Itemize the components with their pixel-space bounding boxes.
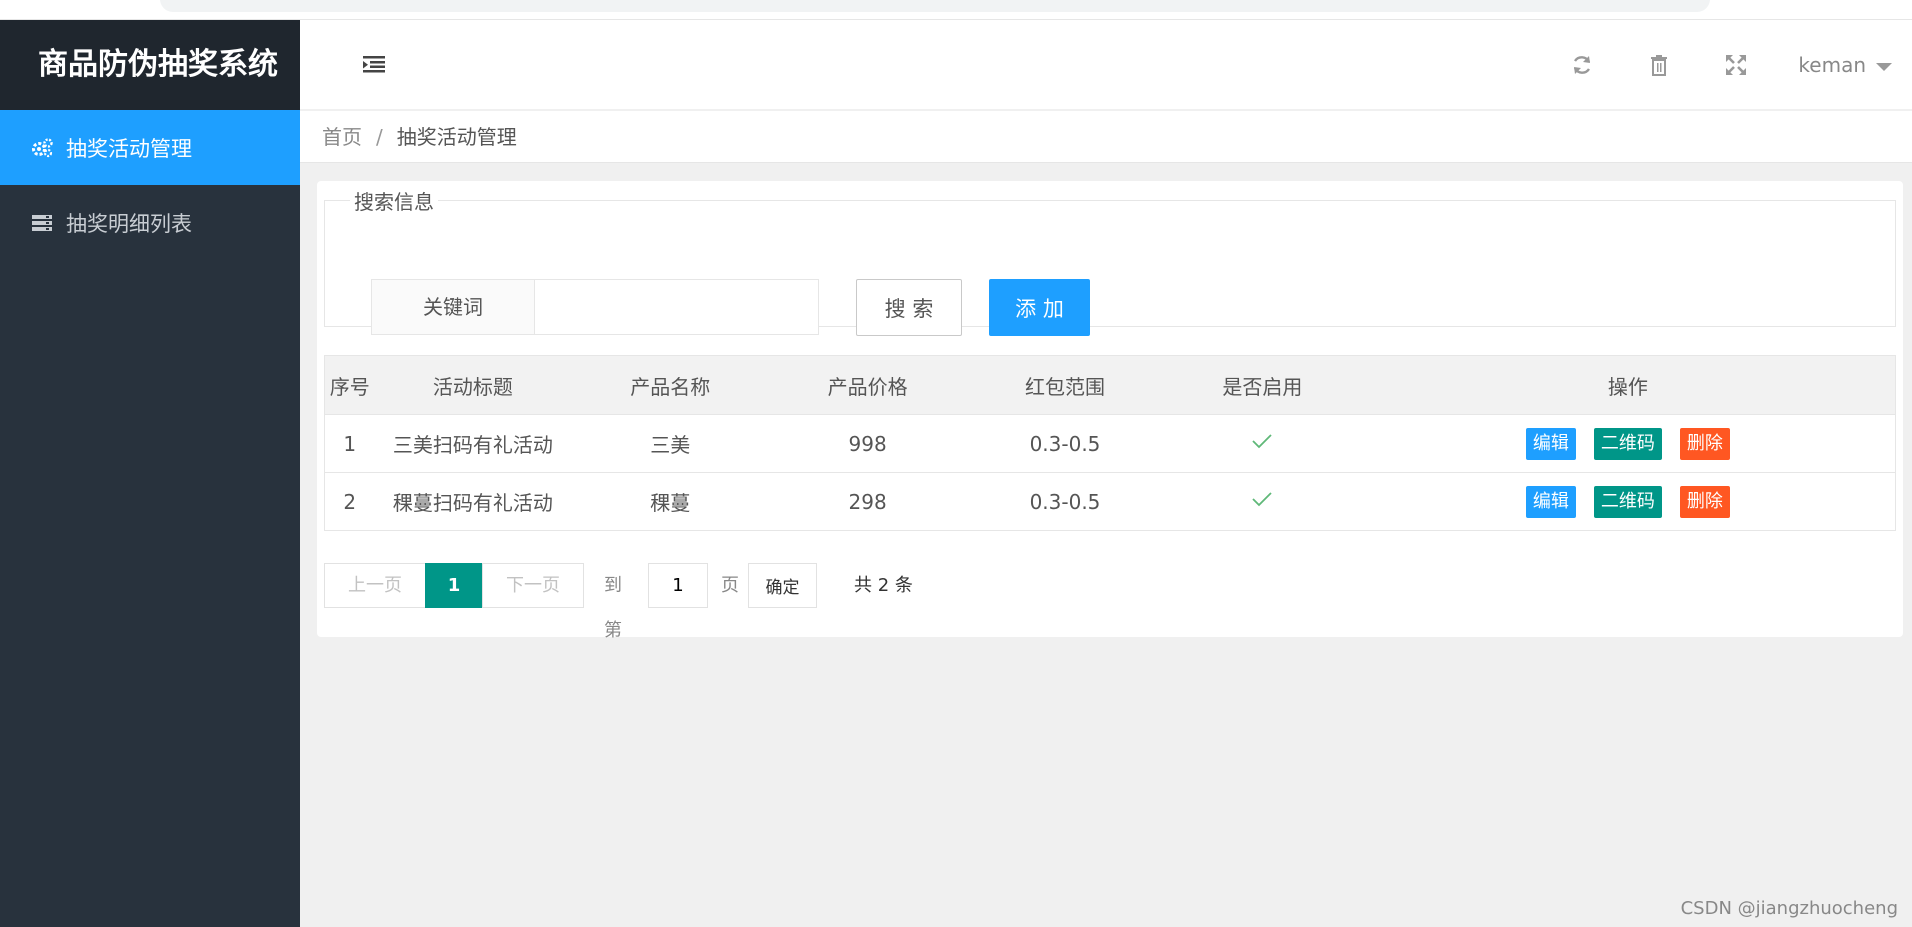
total-count: 共 2 条 (854, 575, 913, 596)
breadcrumb-current: 抽奖活动管理 (396, 125, 517, 149)
user-menu[interactable]: keman (1798, 20, 1892, 110)
watermark: CSDN @jiangzhuocheng (1680, 898, 1898, 919)
cell-enabled (1163, 414, 1361, 473)
cell-enabled (1163, 472, 1361, 531)
username: keman (1798, 53, 1866, 77)
next-page-button[interactable]: 下一页 (482, 563, 584, 608)
menu-toggle-icon[interactable] (362, 54, 388, 76)
goto-suffix-label: 页 (721, 575, 739, 596)
browser-chrome (0, 0, 1912, 20)
cell-range: 0.3-0.5 (966, 414, 1164, 473)
sidebar-item-lottery-details[interactable]: 抽奖明细列表 (0, 185, 300, 260)
search-panel-title: 搜索信息 (354, 190, 434, 214)
top-header: keman (300, 20, 1912, 110)
cell-title: 稞蔓扫码有礼活动 (374, 472, 572, 531)
cell-actions: 编辑 二维码 删除 (1360, 414, 1896, 473)
breadcrumb-home-link[interactable]: 首页 (322, 125, 362, 149)
goto-confirm-button[interactable]: 确定 (748, 563, 817, 608)
cell-no: 1 (324, 414, 375, 473)
col-header-enabled: 是否启用 (1163, 355, 1361, 415)
cell-price: 998 (769, 414, 967, 473)
app-logo-title: 商品防伪抽奖系统 (0, 20, 300, 110)
cell-actions: 编辑 二维码 删除 (1360, 472, 1896, 531)
table-header-row: 序号 活动标题 产品名称 产品价格 红包范围 是否启用 操作 (324, 355, 1896, 415)
qrcode-button[interactable]: 二维码 (1593, 427, 1662, 460)
check-icon (1252, 492, 1272, 507)
page-1-button[interactable]: 1 (425, 563, 483, 608)
cell-product: 三美 (571, 414, 770, 473)
sidebar-item-label: 抽奖明细列表 (66, 211, 192, 236)
sidebar-item-lottery-activity[interactable]: 抽奖活动管理 (0, 110, 300, 185)
cell-no: 2 (324, 472, 375, 531)
fullscreen-icon[interactable] (1723, 52, 1749, 78)
col-header-product: 产品名称 (571, 355, 770, 415)
goto-page-input[interactable] (648, 563, 708, 608)
delete-button[interactable]: 删除 (1679, 427, 1730, 460)
breadcrumb: 首页 / 抽奖活动管理 (300, 111, 1912, 163)
main-card: 搜索信息 关键词 搜 索 添 加 序号 活动标题 产品名称 产品价格 红包范围 … (317, 181, 1903, 641)
prev-page-button[interactable]: 上一页 (324, 563, 426, 608)
cell-title: 三美扫码有礼活动 (374, 414, 572, 473)
caret-down-icon (1876, 62, 1892, 71)
col-header-title: 活动标题 (374, 355, 572, 415)
search-panel: 搜索信息 关键词 搜 索 添 加 (324, 186, 1896, 336)
gears-icon (30, 136, 54, 160)
activity-table: 序号 活动标题 产品名称 产品价格 红包范围 是否启用 操作 1 三美扫码有礼活… (324, 355, 1896, 531)
breadcrumb-separator: / (376, 125, 383, 149)
add-button[interactable]: 添 加 (989, 279, 1090, 336)
edit-button[interactable]: 编辑 (1525, 427, 1576, 460)
col-header-price: 产品价格 (769, 355, 967, 415)
server-list-icon (30, 211, 54, 235)
cell-price: 298 (769, 472, 967, 531)
table-row: 1 三美扫码有礼活动 三美 998 0.3-0.5 编辑 二维码 删除 (324, 414, 1896, 473)
trash-icon[interactable] (1646, 52, 1672, 78)
col-header-actions: 操作 (1360, 355, 1896, 415)
search-button[interactable]: 搜 索 (856, 279, 962, 336)
sidebar-item-label: 抽奖活动管理 (66, 136, 192, 161)
col-header-range: 红包范围 (966, 355, 1164, 415)
refresh-icon[interactable] (1569, 52, 1595, 78)
col-header-no: 序号 (324, 355, 375, 415)
address-bar[interactable] (160, 0, 1710, 12)
cell-range: 0.3-0.5 (966, 472, 1164, 531)
table-row: 2 稞蔓扫码有礼活动 稞蔓 298 0.3-0.5 编辑 二维码 删除 (324, 472, 1896, 531)
check-icon (1252, 434, 1272, 449)
sidebar: 商品防伪抽奖系统 抽奖活动管理 抽奖明细列表 (0, 20, 300, 927)
goto-prefix-label: 到第 (604, 575, 622, 641)
cell-product: 稞蔓 (571, 472, 770, 531)
qrcode-button[interactable]: 二维码 (1593, 485, 1662, 518)
edit-button[interactable]: 编辑 (1525, 485, 1576, 518)
keyword-label: 关键词 (371, 279, 535, 335)
delete-button[interactable]: 删除 (1679, 485, 1730, 518)
keyword-input[interactable] (534, 279, 819, 335)
